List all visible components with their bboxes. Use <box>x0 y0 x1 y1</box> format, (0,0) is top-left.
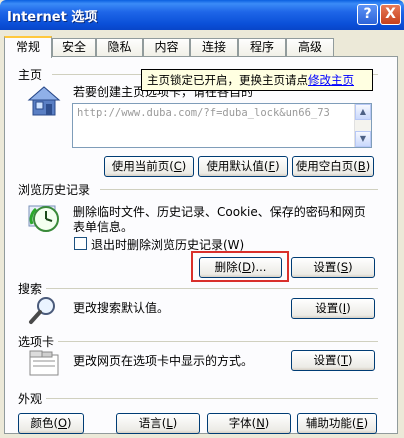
window-title: Internet 选项 <box>7 10 98 25</box>
colors-button[interactable]: 颜色(O) <box>18 413 84 434</box>
history-settings-button[interactable]: 设置(S) <box>291 257 375 278</box>
search-divider <box>46 288 378 289</box>
house-icon <box>27 84 61 118</box>
history-description-line2: 表单信息。 <box>73 220 134 234</box>
magnifier-icon <box>28 295 60 325</box>
appearance-section-label: 外观 <box>18 392 43 406</box>
title-bar: Internet 选项 ? X <box>0 0 404 30</box>
change-home-link[interactable]: 修改主页 <box>308 73 354 87</box>
delete-on-exit-checkbox[interactable] <box>74 237 87 250</box>
home-lock-tooltip: 主页锁定已开启，更换主页请点修改主页 <box>141 69 373 91</box>
tab-advanced[interactable]: 高级 <box>286 38 334 57</box>
tabs-section-label: 选项卡 <box>18 335 55 349</box>
languages-button[interactable]: 语言(L) <box>116 413 200 434</box>
tabs-divider <box>58 341 378 342</box>
textarea-scrollbar[interactable]: ▲ ▼ <box>354 104 371 147</box>
use-current-page-button[interactable]: 使用当前页(C) <box>104 156 194 177</box>
scroll-up-arrow-icon[interactable]: ▲ <box>355 104 371 120</box>
home-section-label: 主页 <box>18 68 43 82</box>
tab-content[interactable]: 内容 <box>143 38 190 57</box>
tab-programs[interactable]: 程序 <box>238 38 286 57</box>
tab-connections[interactable]: 连接 <box>190 38 238 57</box>
accessibility-button[interactable]: 辅助功能(E) <box>297 413 377 434</box>
appearance-divider <box>46 398 378 399</box>
use-blank-button[interactable]: 使用空白页(B) <box>292 156 374 177</box>
scroll-down-arrow-icon[interactable]: ▼ <box>355 131 371 147</box>
tabs-settings-button[interactable]: 设置(T) <box>291 350 375 371</box>
tab-privacy[interactable]: 隐私 <box>96 38 143 57</box>
fonts-button[interactable]: 字体(N) <box>207 413 291 434</box>
search-settings-button[interactable]: 设置(I) <box>291 298 375 319</box>
home-url-text: http://www.duba.com/?f=duba_lock&un66_73 <box>77 107 330 119</box>
highlight-box <box>191 251 289 282</box>
use-default-button[interactable]: 使用默认值(F) <box>198 156 288 177</box>
tab-security[interactable]: 安全 <box>52 38 96 57</box>
home-url-textarea[interactable]: http://www.duba.com/?f=duba_lock&un66_73… <box>72 103 372 148</box>
search-description: 更改搜索默认值。 <box>73 301 170 315</box>
history-section-label: 浏览历史记录 <box>18 183 91 197</box>
tab-general[interactable]: 常规 <box>4 36 52 58</box>
tabbed-window-icon <box>28 349 60 377</box>
history-divider <box>100 189 378 190</box>
tooltip-text: 主页锁定已开启，更换主页请点 <box>147 73 308 87</box>
help-button[interactable]: ? <box>357 4 378 25</box>
tabs-description: 更改网页在选项卡中显示的方式。 <box>73 354 254 368</box>
clock-icon <box>27 200 61 234</box>
close-button[interactable]: X <box>380 4 401 25</box>
